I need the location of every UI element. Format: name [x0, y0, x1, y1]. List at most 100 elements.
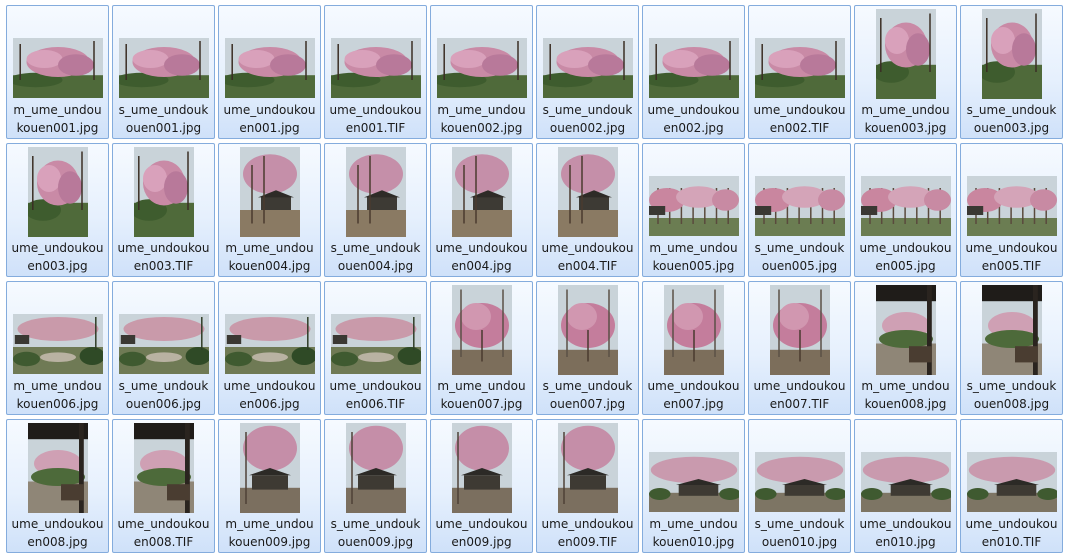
file-item[interactable]: ume_undoukou en009.TIF [536, 419, 639, 553]
file-name-label: s_ume_undouk ouen002.jpg [542, 103, 633, 135]
file-item[interactable]: ume_undoukou en002.jpg [642, 5, 745, 139]
file-item[interactable]: ume_undoukou en005.jpg [854, 143, 957, 277]
file-item[interactable]: m_ume_undou kouen002.jpg [430, 5, 533, 139]
image-thumbnail [967, 176, 1057, 236]
image-thumbnail [750, 38, 845, 98]
file-item[interactable]: s_ume_undouk ouen008.jpg [960, 281, 1063, 415]
image-thumbnail [8, 38, 103, 98]
image-thumbnail [220, 38, 315, 98]
file-item[interactable]: s_ume_undouk ouen006.jpg [112, 281, 215, 415]
file-name-label: m_ume_undou kouen003.jpg [861, 103, 950, 135]
file-name-label: s_ume_undouk ouen009.jpg [330, 517, 421, 549]
image-thumbnail [967, 452, 1059, 512]
image-thumbnail [861, 176, 951, 236]
file-item[interactable]: ume_undoukou en003.jpg [6, 143, 109, 277]
file-item[interactable]: ume_undoukou en006.jpg [218, 281, 321, 415]
file-item[interactable]: m_ume_undou kouen010.jpg [642, 419, 745, 553]
file-item[interactable]: m_ume_undou kouen006.jpg [6, 281, 109, 415]
file-name-label: m_ume_undou kouen006.jpg [13, 379, 102, 411]
file-thumbnail-grid: m_ume_undou kouen001.jpg s_ume_undouk oue… [0, 0, 1067, 556]
file-item[interactable]: s_ume_undouk ouen004.jpg [324, 143, 427, 277]
image-thumbnail [558, 147, 618, 237]
file-item[interactable]: ume_undoukou en010.TIF [960, 419, 1063, 553]
file-item[interactable]: ume_undoukou en007.TIF [748, 281, 851, 415]
image-thumbnail [979, 9, 1042, 99]
file-name-label: s_ume_undouk ouen006.jpg [118, 379, 209, 411]
file-item[interactable]: ume_undoukou en001.jpg [218, 5, 321, 139]
file-name-label: ume_undoukou en002.jpg [647, 103, 740, 135]
file-name-label: ume_undoukou en009.TIF [541, 517, 634, 549]
image-thumbnail [538, 38, 633, 98]
file-item[interactable]: m_ume_undou kouen004.jpg [218, 143, 321, 277]
image-thumbnail [240, 147, 300, 237]
file-name-label: ume_undoukou en003.TIF [117, 241, 210, 273]
image-thumbnail [644, 38, 739, 98]
file-item[interactable]: m_ume_undou kouen001.jpg [6, 5, 109, 139]
file-name-label: s_ume_undouk ouen008.jpg [966, 379, 1057, 411]
file-item[interactable]: ume_undoukou en001.TIF [324, 5, 427, 139]
file-item[interactable]: ume_undoukou en005.TIF [960, 143, 1063, 277]
file-name-label: m_ume_undou kouen009.jpg [225, 517, 314, 549]
file-name-label: ume_undoukou en005.TIF [965, 241, 1058, 273]
file-item[interactable]: s_ume_undouk ouen001.jpg [112, 5, 215, 139]
file-name-label: s_ume_undouk ouen003.jpg [966, 103, 1057, 135]
file-name-label: ume_undoukou en010.jpg [859, 517, 952, 549]
file-item[interactable]: m_ume_undou kouen009.jpg [218, 419, 321, 553]
image-thumbnail [770, 285, 830, 375]
file-item[interactable]: s_ume_undouk ouen002.jpg [536, 5, 639, 139]
image-thumbnail [649, 452, 741, 512]
image-thumbnail [755, 452, 847, 512]
image-thumbnail [755, 176, 845, 236]
file-name-label: ume_undoukou en004.jpg [435, 241, 528, 273]
file-name-label: s_ume_undouk ouen001.jpg [118, 103, 209, 135]
file-item[interactable]: s_ume_undouk ouen007.jpg [536, 281, 639, 415]
file-name-label: ume_undoukou en004.TIF [541, 241, 634, 273]
image-thumbnail [452, 423, 512, 513]
file-item[interactable]: m_ume_undou kouen008.jpg [854, 281, 957, 415]
image-thumbnail [452, 147, 512, 237]
image-thumbnail [664, 285, 724, 375]
file-name-label: ume_undoukou en003.jpg [11, 241, 104, 273]
file-name-label: s_ume_undouk ouen010.jpg [754, 517, 845, 549]
file-item[interactable]: s_ume_undouk ouen003.jpg [960, 5, 1063, 139]
file-item[interactable]: ume_undoukou en008.jpg [6, 419, 109, 553]
file-item[interactable]: ume_undoukou en006.TIF [324, 281, 427, 415]
file-item[interactable]: ume_undoukou en003.TIF [112, 143, 215, 277]
file-name-label: ume_undoukou en009.jpg [435, 517, 528, 549]
image-thumbnail [346, 147, 406, 237]
file-item[interactable]: ume_undoukou en010.jpg [854, 419, 957, 553]
image-thumbnail [240, 423, 300, 513]
file-item[interactable]: ume_undoukou en009.jpg [430, 419, 533, 553]
image-thumbnail [131, 147, 194, 237]
image-thumbnail [346, 423, 406, 513]
image-thumbnail [558, 423, 618, 513]
image-thumbnail [25, 147, 88, 237]
file-item[interactable]: ume_undoukou en007.jpg [642, 281, 745, 415]
file-name-label: m_ume_undou kouen001.jpg [13, 103, 102, 135]
file-item[interactable]: ume_undoukou en004.TIF [536, 143, 639, 277]
file-name-label: m_ume_undou kouen005.jpg [649, 241, 738, 273]
image-thumbnail [326, 38, 421, 98]
file-item[interactable]: ume_undoukou en002.TIF [748, 5, 851, 139]
file-name-label: m_ume_undou kouen002.jpg [437, 103, 526, 135]
file-item[interactable]: m_ume_undou kouen007.jpg [430, 281, 533, 415]
file-item[interactable]: m_ume_undou kouen005.jpg [642, 143, 745, 277]
image-thumbnail [134, 423, 194, 513]
file-item[interactable]: ume_undoukou en008.TIF [112, 419, 215, 553]
file-item[interactable]: m_ume_undou kouen003.jpg [854, 5, 957, 139]
file-item[interactable]: ume_undoukou en004.jpg [430, 143, 533, 277]
file-item[interactable]: s_ume_undouk ouen005.jpg [748, 143, 851, 277]
image-thumbnail [873, 9, 936, 99]
image-thumbnail [876, 285, 936, 375]
file-name-label: ume_undoukou en001.TIF [329, 103, 422, 135]
image-thumbnail [28, 423, 88, 513]
image-thumbnail [331, 314, 423, 374]
file-name-label: ume_undoukou en005.jpg [859, 241, 952, 273]
file-name-label: s_ume_undouk ouen005.jpg [754, 241, 845, 273]
image-thumbnail [432, 38, 527, 98]
file-name-label: m_ume_undou kouen008.jpg [861, 379, 950, 411]
image-thumbnail [114, 38, 209, 98]
file-item[interactable]: s_ume_undouk ouen010.jpg [748, 419, 851, 553]
file-item[interactable]: s_ume_undouk ouen009.jpg [324, 419, 427, 553]
file-name-label: s_ume_undouk ouen007.jpg [542, 379, 633, 411]
